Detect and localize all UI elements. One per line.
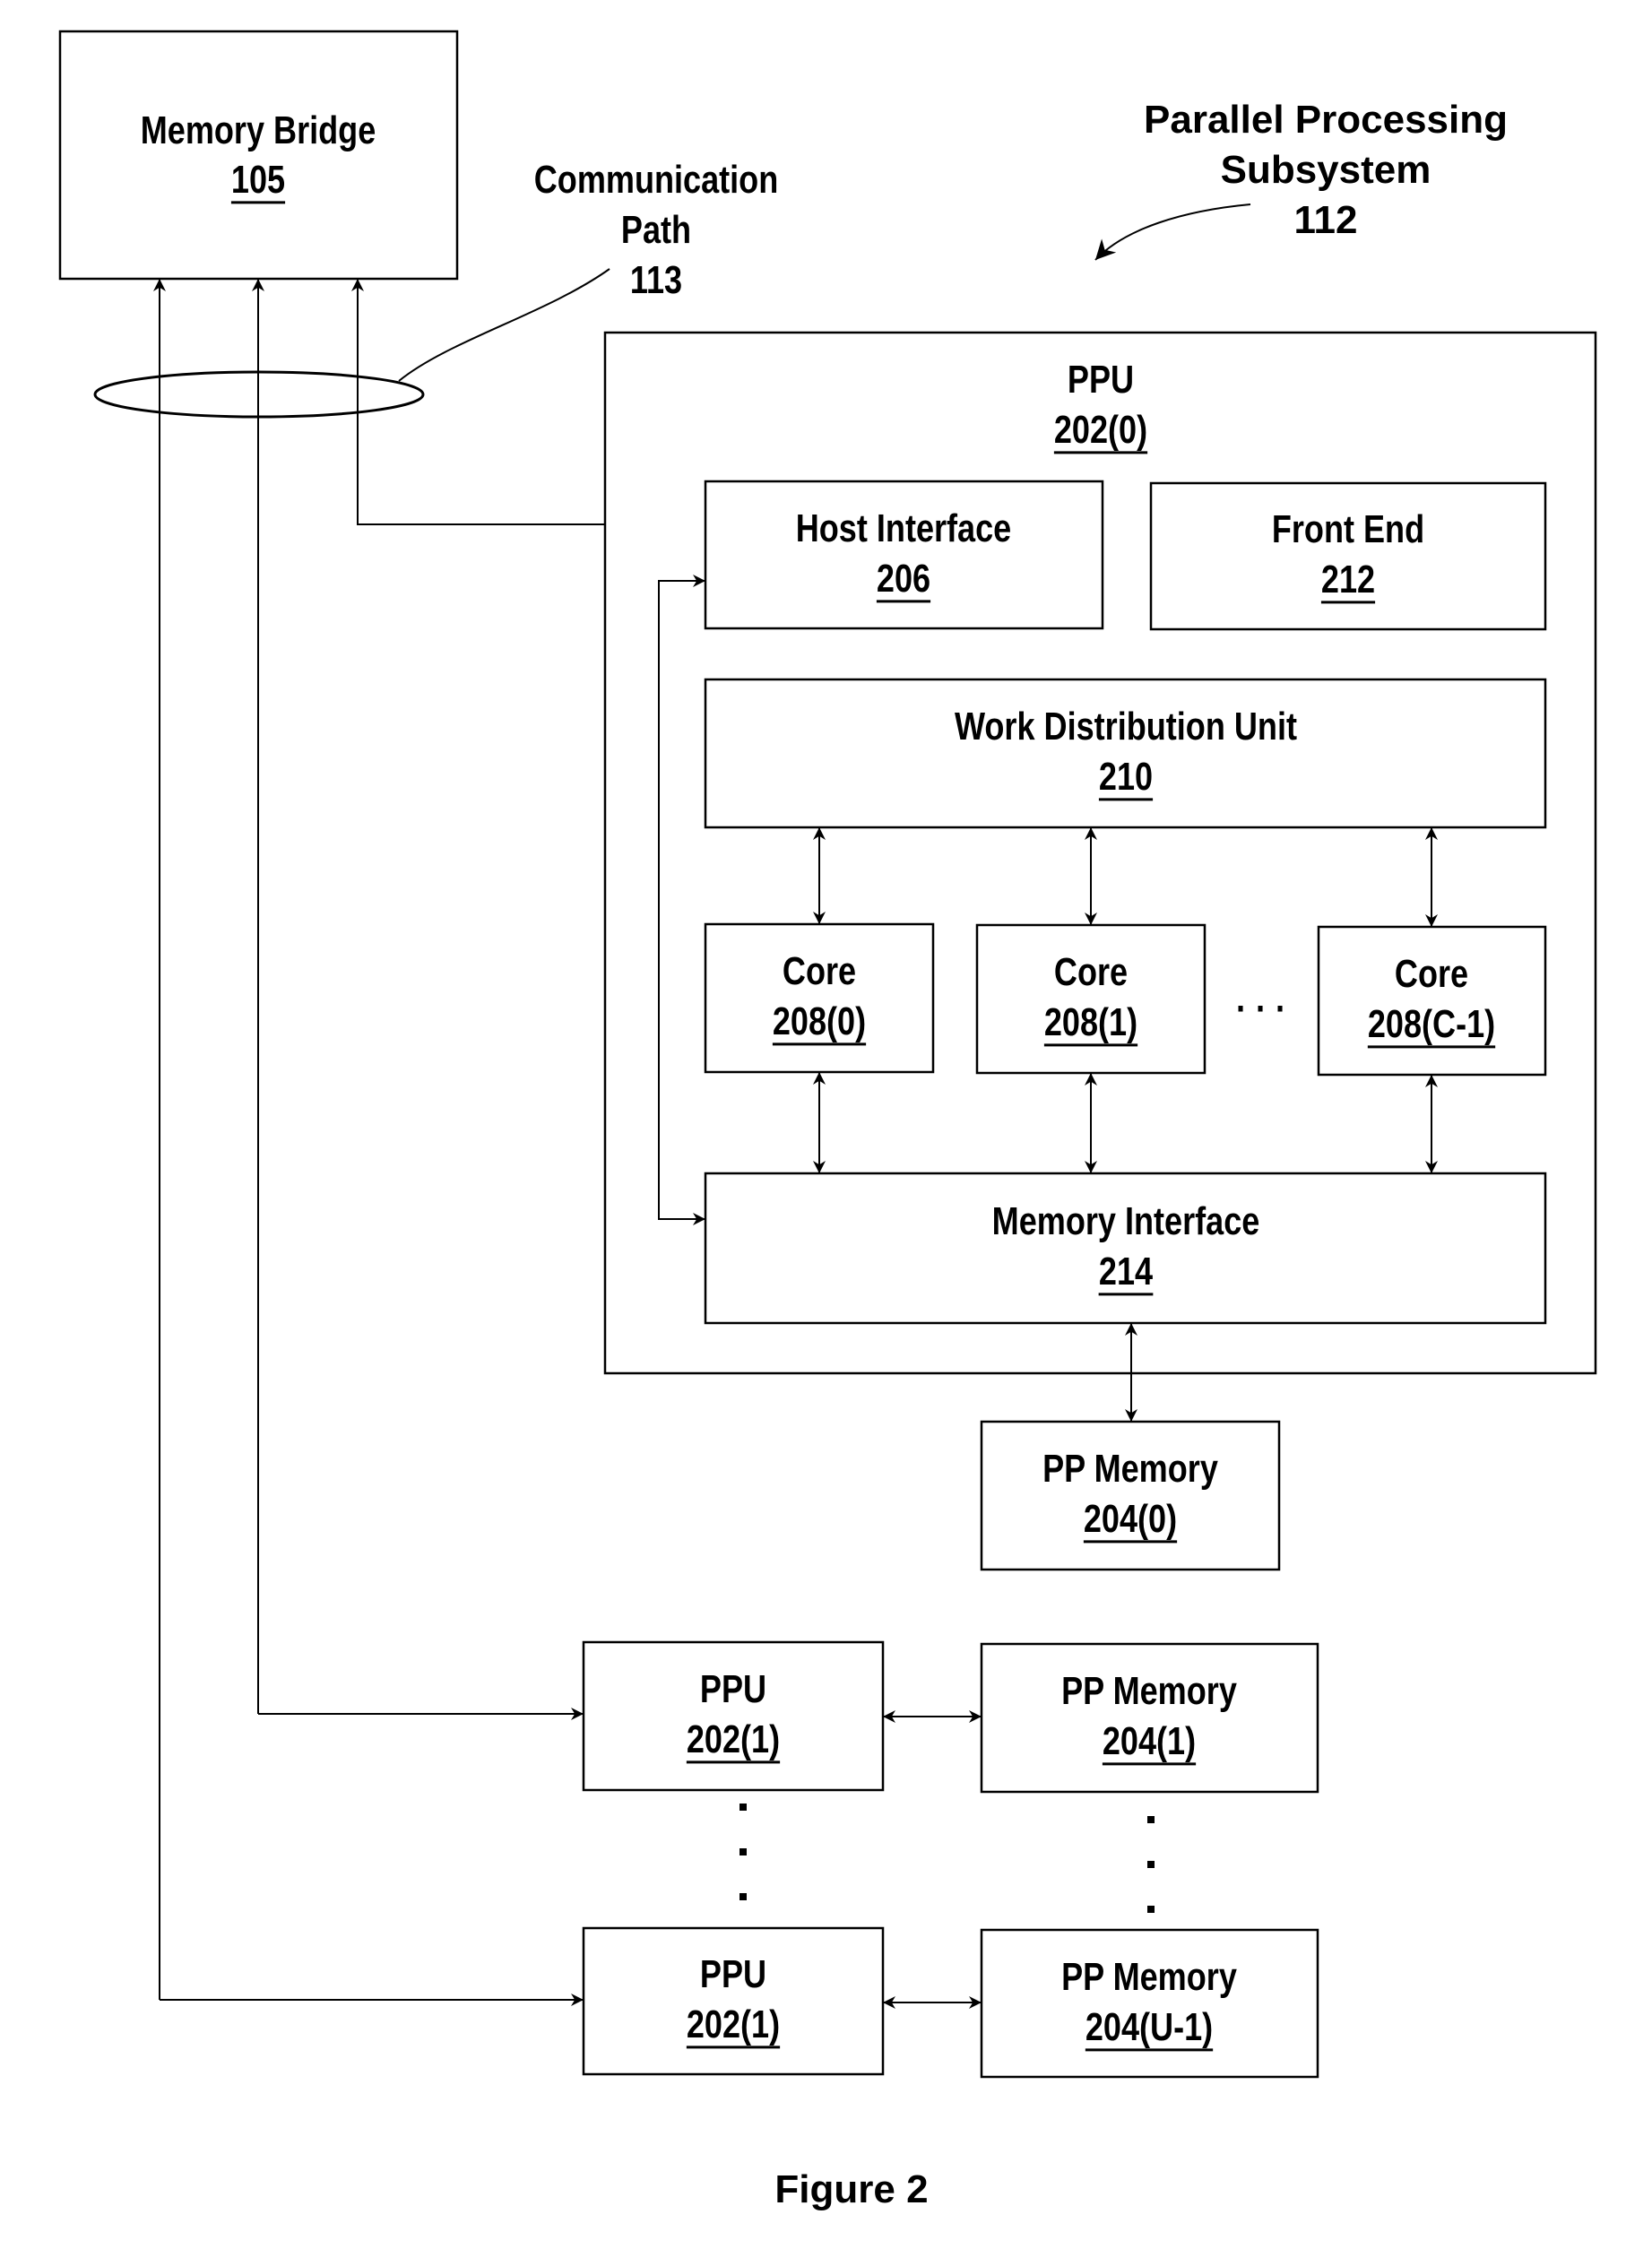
core-0-ref: 208(0) — [773, 999, 866, 1043]
figure-caption: Figure 2 — [774, 2167, 928, 2211]
wdu-ref: 210 — [1099, 755, 1153, 799]
pp-memory-last-ref: 204(U-1) — [1085, 2005, 1213, 2049]
memory-bridge-box — [58, 30, 459, 281]
core-last-ref: 208(C-1) — [1368, 1002, 1495, 1046]
ppu-last-box — [582, 1926, 885, 2076]
pp-memory-0-label: PP Memory — [1042, 1447, 1218, 1491]
ellipsis-dot — [740, 1848, 747, 1855]
pp-memory-last-block: PP Memory 204(U-1) — [980, 1928, 1319, 2079]
core-0-label: Core — [783, 949, 856, 993]
ppu0-ref: 202(0) — [1054, 408, 1147, 452]
memory-interface-label: Memory Interface — [992, 1199, 1260, 1243]
ppu1-box — [582, 1640, 885, 1792]
wdu-label: Work Distribution Unit — [955, 705, 1297, 748]
ellipsis-dot — [1147, 1861, 1155, 1868]
core-last-block: Core 208(C-1) — [1317, 925, 1547, 1077]
ppu-last-label: PPU — [700, 1952, 766, 1996]
memory-interface-block: Memory Interface 214 — [704, 1172, 1547, 1325]
ppu-vertical-ellipsis — [740, 1804, 747, 1900]
host-interface-label: Host Interface — [796, 506, 1012, 550]
work-distribution-unit-block: Work Distribution Unit 210 — [704, 678, 1547, 829]
core-0-block: Core 208(0) — [704, 922, 935, 1074]
core-1-block: Core 208(1) — [975, 923, 1207, 1075]
core-1-box — [975, 923, 1207, 1075]
pp-memory-0-box — [980, 1420, 1281, 1571]
front-end-box — [1149, 481, 1547, 631]
communication-path-line-1: Communication — [534, 158, 779, 202]
pp-memory-0-block: PP Memory 204(0) — [980, 1420, 1281, 1571]
pps-ref: 112 — [1294, 198, 1358, 242]
wdu-box — [704, 678, 1547, 829]
pp-memory-1-block: PP Memory 204(1) — [980, 1642, 1319, 1794]
ellipsis-dot — [740, 1893, 747, 1900]
communication-path-leader-line — [398, 268, 610, 382]
host-interface-box — [704, 480, 1104, 630]
memory-bridge-ref: 105 — [231, 158, 285, 202]
pps-pointer-arrow — [1094, 203, 1251, 261]
ppu1-label: PPU — [700, 1667, 766, 1711]
ppu1-block: PPU 202(1) — [582, 1640, 885, 1792]
core-last-label: Core — [1395, 952, 1468, 996]
pp-memory-1-box — [980, 1642, 1319, 1794]
front-end-ref: 212 — [1321, 558, 1375, 601]
pps-callout: Parallel Processing Subsystem 112 — [1094, 98, 1508, 261]
pp-memory-last-box — [980, 1928, 1319, 2079]
pp-memory-1-ref: 204(1) — [1103, 1719, 1196, 1763]
memory-bridge-label: Memory Bridge — [141, 108, 376, 152]
ellipsis-dot — [740, 1804, 747, 1811]
front-end-label: Front End — [1272, 507, 1424, 551]
ppu-last-ref: 202(1) — [687, 2002, 780, 2046]
cores-ellipsis: · · · — [1236, 987, 1286, 1031]
core-0-box — [704, 922, 935, 1074]
memory-interface-box — [704, 1172, 1547, 1325]
communication-path-ref: 113 — [630, 258, 682, 302]
core-1-label: Core — [1054, 950, 1128, 994]
communication-path-line-2: Path — [621, 208, 691, 252]
ppu-block-diagram: Memory Bridge 105 Communication Path 113… — [58, 30, 1597, 2211]
pps-line-2: Subsystem — [1221, 148, 1431, 192]
core-1-ref: 208(1) — [1044, 1000, 1137, 1044]
ppu0-label: PPU — [1068, 358, 1134, 402]
ellipsis-dot — [1147, 1906, 1155, 1913]
host-interface-ref: 206 — [877, 557, 930, 601]
pps-line-1: Parallel Processing — [1144, 98, 1508, 142]
core-last-box — [1317, 925, 1547, 1077]
memory-interface-ref: 214 — [1099, 1250, 1154, 1293]
ppu1-ref: 202(1) — [687, 1717, 780, 1761]
memory-bridge-block: Memory Bridge 105 — [58, 30, 459, 281]
ellipsis-dot — [1147, 1816, 1155, 1823]
front-end-block: Front End 212 — [1149, 481, 1547, 631]
pp-memory-last-label: PP Memory — [1061, 1955, 1237, 1999]
pp-memory-vertical-ellipsis — [1147, 1816, 1155, 1913]
pp-memory-1-label: PP Memory — [1061, 1669, 1237, 1713]
ppu-last-block: PPU 202(1) — [582, 1926, 885, 2076]
pp-memory-0-ref: 204(0) — [1084, 1497, 1177, 1541]
host-interface-block: Host Interface 206 — [704, 480, 1104, 630]
